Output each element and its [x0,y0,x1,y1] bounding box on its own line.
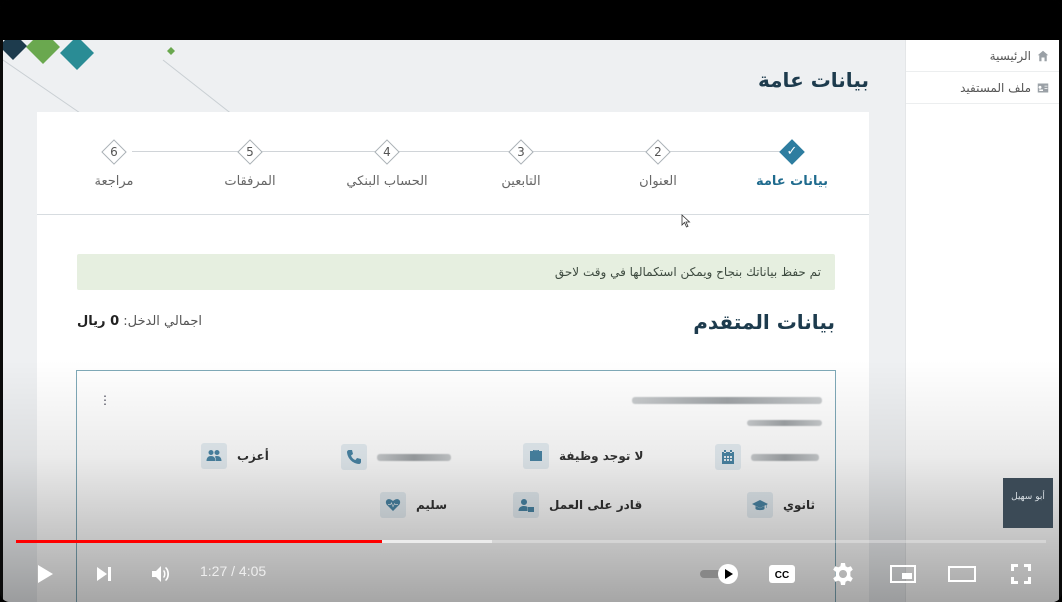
mute-button[interactable] [144,556,178,592]
check-icon: ✓ [786,144,798,159]
health-value: سليم [416,498,448,512]
more-options-icon[interactable]: ⋮ [99,393,111,407]
birthdate-field [715,444,819,470]
work-ability-value: قادر على العمل [549,498,643,512]
income-value: 0 ريال [77,314,120,329]
graduation-cap-icon [747,492,773,518]
step-label: بيانات عامة [755,174,829,189]
skip-next-icon [97,567,111,581]
logo-text: أبو سهيل [1011,492,1045,502]
home-icon [1037,50,1049,61]
play-button[interactable] [28,556,62,592]
step-1[interactable]: ✓ بيانات عامة [737,139,847,189]
redacted-name [632,397,822,404]
step-label: مراجعة [94,174,134,189]
player-top-bar [0,0,1062,40]
sidebar-item-beneficiary-file[interactable]: ملف المستفيد [906,72,1059,104]
redacted-birthdate [751,453,819,461]
income-label: اجمالي الدخل: [123,314,202,329]
step-number: 6 [110,145,118,159]
heartbeat-icon [380,492,406,518]
step-label: التابعين [501,174,541,189]
video-frame[interactable]: الرئيسية ملف المستفيد بيانات عامة ✓ بيان… [3,40,1059,602]
theater-mode-button[interactable] [944,556,980,592]
next-button[interactable] [86,556,120,592]
sidebar-item-label: ملف المستفيد [960,80,1031,95]
autoplay-icon [700,564,738,584]
step-3[interactable]: 3 التابعين [466,139,576,189]
fullscreen-icon [1011,564,1031,584]
education-field: ثانوي [747,492,815,518]
page-title: بيانات عامة [758,68,869,92]
settings-button[interactable] [826,556,860,592]
stepper: ✓ بيانات عامة 2 العنوان 3 التابعين 4 الح… [37,112,869,215]
miniplayer-icon [890,565,916,583]
phone-icon [341,444,367,470]
total-income: اجمالي الدخل: 0 ريال [77,314,202,329]
employment-value: لا توجد وظيفة [559,449,644,463]
success-alert: تم حفظ بياناتك بنجاح ويمكن استكمالها في … [77,254,835,290]
step-2[interactable]: 2 العنوان [603,139,713,189]
theater-icon [948,566,976,582]
channel-watermark-logo[interactable]: أبو سهيل [1003,478,1053,528]
play-icon [38,565,53,583]
step-6[interactable]: 6 مراجعة [59,139,169,189]
step-4[interactable]: 4 الحساب البنكي [332,139,442,189]
users-icon [201,443,227,469]
redacted-phone [377,453,451,461]
user-check-icon [513,492,539,518]
autoplay-toggle[interactable] [696,556,744,592]
sidebar-item-home[interactable]: الرئيسية [906,40,1059,72]
progress-bar[interactable] [16,540,1046,543]
background-decoration [3,40,234,116]
work-ability-field: قادر على العمل [513,492,642,518]
id-card-icon [1037,83,1049,92]
step-number: 2 [654,145,662,159]
sidebar-item-label: الرئيسية [989,48,1031,63]
svg-text:CC: CC [775,570,789,581]
form-card: ✓ بيانات عامة 2 العنوان 3 التابعين 4 الح… [37,112,869,602]
health-field: سليم [380,492,447,518]
calendar-icon [715,444,741,470]
step-number: 3 [517,145,525,159]
gear-icon [833,563,853,585]
step-number: 5 [246,145,254,159]
marital-status-field: أعزب [201,443,269,469]
fullscreen-button[interactable] [1004,556,1038,592]
step-label: الحساب البنكي [346,174,428,189]
step-number: 4 [383,145,391,159]
cc-icon: CC [769,565,795,583]
step-label: العنوان [639,174,677,189]
time-display: 1:27 / 4:05 [200,563,267,579]
redacted-id [747,420,822,426]
mouse-cursor-icon [681,214,691,228]
education-value: ثانوي [783,498,816,512]
briefcase-icon [523,443,549,469]
miniplayer-button[interactable] [886,556,920,592]
marital-status-value: أعزب [237,449,269,463]
volume-icon [152,566,169,582]
subtitles-button[interactable]: CC [764,556,800,592]
step-5[interactable]: 5 المرفقات [195,139,305,189]
video-player[interactable]: الرئيسية ملف المستفيد بيانات عامة ✓ بيان… [0,0,1062,602]
section-title: بيانات المتقدم [693,310,835,334]
progress-fill [16,540,382,543]
employment-field: لا توجد وظيفة [523,443,643,469]
phone-field [341,444,451,470]
step-label: المرفقات [224,174,276,189]
